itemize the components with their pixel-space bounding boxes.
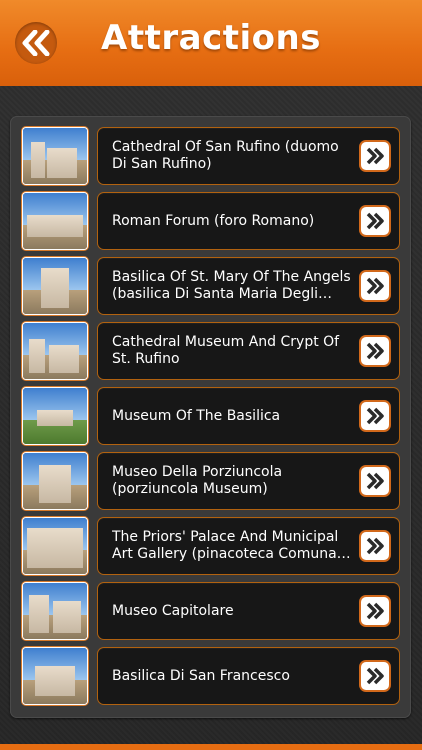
attraction-cell[interactable]: Cathedral Of San Rufino (duomo Di San Ru… [98, 128, 399, 184]
open-detail-button[interactable] [361, 207, 389, 235]
attraction-cell[interactable]: Museum Of The Basilica [98, 388, 399, 444]
attraction-cell[interactable]: Basilica Of St. Mary Of The Angels (basi… [98, 258, 399, 314]
bottom-accent-bar [0, 744, 422, 750]
double-chevron-right-icon [366, 667, 384, 685]
open-detail-button[interactable] [361, 662, 389, 690]
attraction-cell[interactable]: Roman Forum (foro Romano) [98, 193, 399, 249]
attraction-thumbnail [23, 648, 87, 704]
double-chevron-right-icon [366, 277, 384, 295]
attraction-label: Museo Della Porziuncola (porziuncola Mus… [112, 464, 283, 497]
list-item[interactable]: The Priors' Palace And Municipal Art Gal… [10, 518, 411, 578]
double-chevron-right-icon [366, 147, 384, 165]
double-chevron-right-icon [366, 472, 384, 490]
open-detail-button[interactable] [361, 467, 389, 495]
attraction-label: Museum Of The Basilica [112, 407, 281, 424]
attraction-label: Basilica Of St. Mary Of The Angels (basi… [112, 269, 351, 302]
list-item[interactable]: Basilica Of St. Mary Of The Angels (basi… [10, 258, 411, 318]
attraction-thumbnail [23, 518, 87, 574]
list-item[interactable]: Basilica Di San Francesco [10, 648, 411, 708]
attraction-cell[interactable]: Basilica Di San Francesco [98, 648, 399, 704]
double-chevron-right-icon [366, 212, 384, 230]
attraction-label: Cathedral Museum And Crypt Of St. Rufino [112, 334, 340, 367]
double-chevron-right-icon [366, 537, 384, 555]
navigation-bar: Attractions [0, 0, 422, 86]
attraction-thumbnail [23, 323, 87, 379]
open-detail-button[interactable] [361, 272, 389, 300]
double-chevron-right-icon [366, 602, 384, 620]
attraction-thumbnail [23, 258, 87, 314]
attractions-list: Cathedral Of San Rufino (duomo Di San Ru… [10, 116, 411, 718]
attraction-thumbnail [23, 128, 87, 184]
double-chevron-right-icon [366, 407, 384, 425]
attraction-cell[interactable]: Cathedral Museum And Crypt Of St. Rufino [98, 323, 399, 379]
attraction-label: Roman Forum (foro Romano) [112, 212, 315, 229]
attraction-thumbnail [23, 583, 87, 639]
double-chevron-right-icon [366, 342, 384, 360]
open-detail-button[interactable] [361, 142, 389, 170]
open-detail-button[interactable] [361, 402, 389, 430]
list-item[interactable]: Museum Of The Basilica [10, 388, 411, 448]
page-title: Attractions [101, 18, 321, 58]
attraction-thumbnail [23, 193, 87, 249]
list-item[interactable]: Cathedral Of San Rufino (duomo Di San Ru… [10, 128, 411, 188]
open-detail-button[interactable] [361, 337, 389, 365]
list-item[interactable]: Museo Capitolare [10, 583, 411, 643]
attraction-thumbnail [23, 388, 87, 444]
list-item[interactable]: Museo Della Porziuncola (porziuncola Mus… [10, 453, 411, 513]
list-item[interactable]: Cathedral Museum And Crypt Of St. Rufino [10, 323, 411, 383]
open-detail-button[interactable] [361, 532, 389, 560]
attraction-cell[interactable]: Museo Capitolare [98, 583, 399, 639]
attraction-label: Museo Capitolare [112, 602, 234, 619]
attraction-cell[interactable]: The Priors' Palace And Municipal Art Gal… [98, 518, 399, 574]
attraction-label: Cathedral Of San Rufino (duomo Di San Ru… [112, 139, 339, 172]
attraction-thumbnail [23, 453, 87, 509]
attraction-label: The Priors' Palace And Municipal Art Gal… [112, 529, 350, 562]
list-item[interactable]: Roman Forum (foro Romano) [10, 193, 411, 253]
open-detail-button[interactable] [361, 597, 389, 625]
attraction-cell[interactable]: Museo Della Porziuncola (porziuncola Mus… [98, 453, 399, 509]
attraction-label: Basilica Di San Francesco [112, 667, 290, 684]
